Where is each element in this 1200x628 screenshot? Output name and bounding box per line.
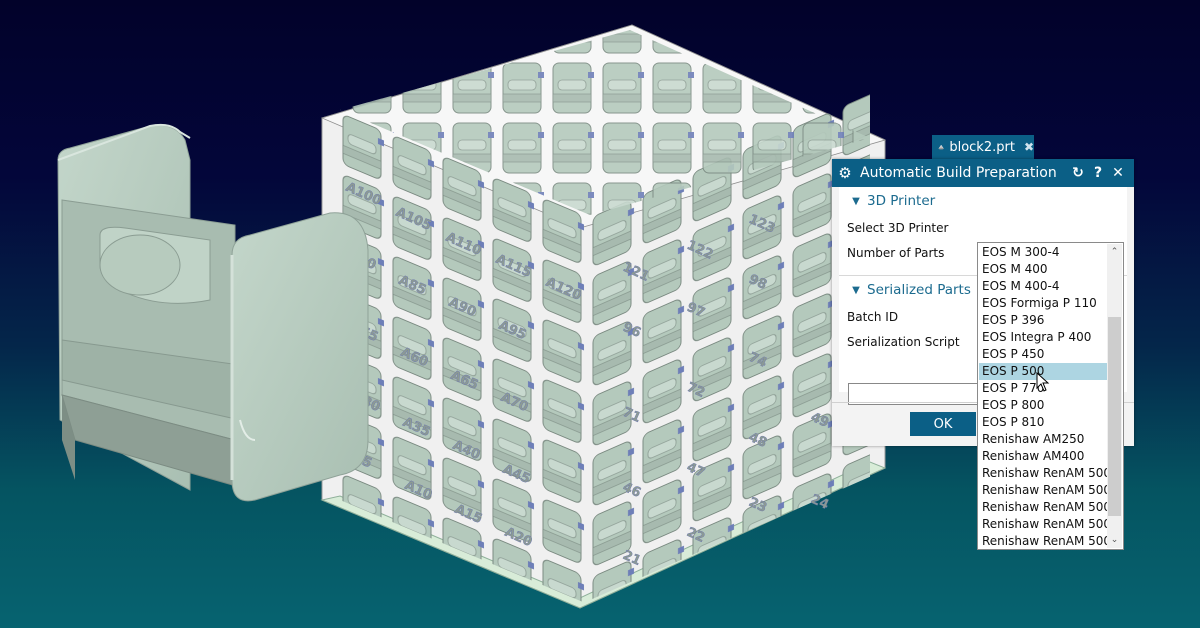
dialog-title-bar[interactable]: ⚙ Automatic Build Preparation ↻ ? ✕ [832,159,1134,187]
field-label: Batch ID [847,309,899,324]
field-row-select-printer: Select 3D Printer [839,215,1127,240]
printer-option[interactable]: EOS M 400 [979,261,1107,278]
expand-triangle-icon: ▼ [852,195,860,207]
dialog-title: Automatic Build Preparation [860,165,1057,181]
group-label: 3D Printer [867,193,936,209]
mouse-pointer-icon [1036,372,1050,392]
printer-option[interactable]: EOS Formiga P 110 [979,295,1107,312]
graphics-viewport[interactable]: A100A105A110A115A120A80A85A90A95A55A60A6… [0,0,1200,628]
chevron-down-icon[interactable]: ⌄ [1107,532,1122,548]
expand-triangle-icon: ▼ [852,284,860,296]
printer-option[interactable]: Renishaw AM250 [979,431,1107,448]
printer-option[interactable]: Renishaw AM400 [979,448,1107,465]
printer-option[interactable]: Renishaw RenAM 500S [979,482,1119,499]
gear-icon: ⚙ [838,164,852,182]
printer-option[interactable]: Renishaw RenAM 500Q [979,533,1120,550]
printer-option[interactable]: EOS P 450 [979,346,1107,363]
dropdown-scrollbar[interactable]: ⌃ ⌄ [1107,244,1122,548]
document-tab[interactable]: block2.prt ✖ [932,135,1034,159]
printer-option[interactable]: Renishaw RenAM 500M [979,465,1121,482]
group-3d-printer-header[interactable]: ▼ 3D Printer [839,187,1127,215]
printer-option[interactable]: EOS P 810 [979,414,1107,431]
field-label: Select 3D Printer [847,220,949,235]
printer-option[interactable]: Renishaw RenAM 500D [979,499,1120,516]
printer-option[interactable]: EOS M 400-4 [979,278,1107,295]
ok-button[interactable]: OK [910,412,976,436]
field-label: Serialization Script [847,334,960,349]
chevron-up-icon[interactable]: ⌃ [1107,244,1122,260]
close-icon[interactable]: ✖ [1024,140,1034,154]
printer-option[interactable]: EOS M 300-4 [979,244,1107,261]
reset-icon[interactable]: ↻ [1068,165,1088,181]
printer-dropdown-list[interactable]: EOS M 300-4 EOS M 400 EOS M 400-4 EOS Formi… [977,242,1124,550]
printer-option[interactable]: Renishaw RenAM 500T [979,516,1118,533]
group-label: Serialized Parts [867,282,971,298]
close-icon[interactable]: ✕ [1108,165,1128,181]
printer-option[interactable]: EOS Integra P 400 [979,329,1107,346]
printer-options: EOS M 300-4 EOS M 400 EOS M 400-4 EOS Formi… [979,244,1121,550]
part-file-icon [938,144,944,150]
field-label: Number of Parts [847,245,945,260]
printer-option[interactable]: EOS P 396 [979,312,1107,329]
document-tab-label: block2.prt [949,139,1015,155]
scrollbar-thumb[interactable] [1108,317,1121,516]
printer-option[interactable]: EOS P 800 [979,397,1107,414]
help-icon[interactable]: ? [1088,165,1108,181]
